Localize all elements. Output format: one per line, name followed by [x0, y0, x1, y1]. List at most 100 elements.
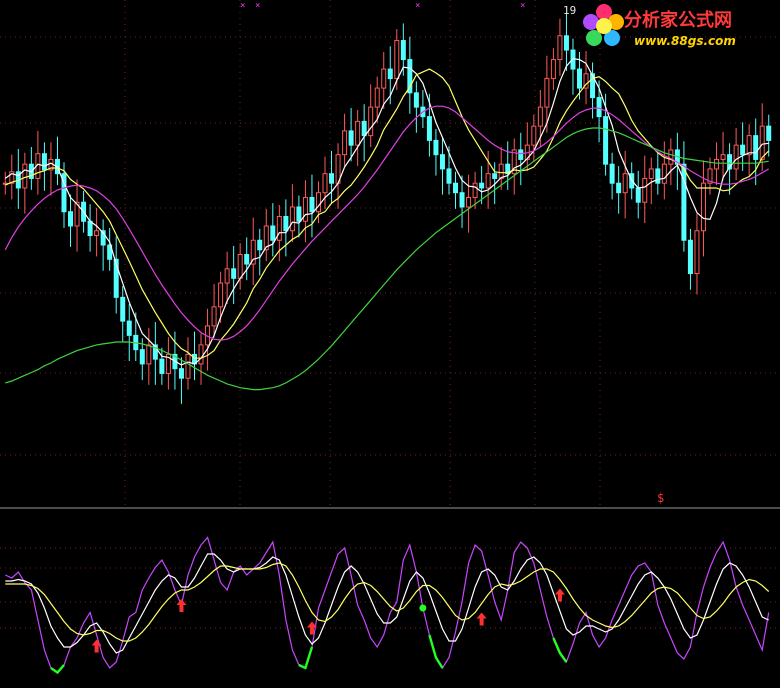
chart-canvas: × × × × [0, 0, 780, 675]
candle-body [348, 130, 354, 146]
candle-body [355, 120, 361, 146]
candle-body [244, 254, 250, 265]
candle-body [563, 35, 569, 51]
candle-body [648, 168, 654, 179]
peak-annotation: 19 [563, 4, 577, 17]
oversold-highlight [428, 634, 444, 669]
candle-body [159, 358, 165, 374]
oversold-highlight [552, 637, 568, 663]
buy-arrow-icon [476, 612, 487, 626]
candle-body [479, 182, 485, 189]
candle-body [413, 92, 419, 108]
flower-logo-icon [583, 4, 624, 46]
ma-line-ma60 [5, 127, 769, 391]
buy-signal-arrows: × × × × [91, 1, 565, 653]
candle-body [237, 254, 243, 279]
candle-body [146, 344, 152, 365]
candle-body [622, 173, 628, 194]
candle-body [368, 106, 374, 137]
candle-body [400, 40, 406, 61]
top-marker-icon: × [240, 1, 245, 11]
candle-body [740, 144, 746, 156]
candle-body [616, 182, 622, 194]
buy-arrow-icon [176, 599, 187, 612]
candle-body [466, 196, 472, 208]
candle-body [185, 353, 191, 379]
candle-body [387, 68, 393, 80]
candle-body [759, 125, 765, 160]
buy-arrow-icon [554, 588, 565, 602]
candle-body [485, 173, 491, 189]
top-marker-icon: × [520, 1, 525, 11]
candle-body [603, 116, 609, 165]
candle-body [257, 239, 263, 251]
candle-body [94, 230, 100, 237]
candle-body [315, 192, 321, 213]
candle-body [178, 368, 184, 379]
candle-body [342, 130, 348, 156]
candle-body [231, 268, 237, 279]
candle-body [700, 182, 706, 232]
candle-body [126, 320, 132, 336]
candle-body [361, 120, 367, 137]
candle-body [41, 153, 47, 171]
candle-body [492, 173, 498, 179]
candle-body [433, 139, 439, 156]
candle-body [550, 59, 556, 80]
candle-body [459, 192, 465, 208]
candle-body [753, 135, 759, 160]
candle-body [596, 97, 602, 118]
candle-body [322, 173, 328, 194]
candle-body [302, 196, 308, 222]
candle-body [296, 206, 302, 222]
top-marker-icon: × [255, 1, 260, 11]
candle-body [374, 87, 380, 108]
candle-body [381, 68, 387, 89]
oversold-highlight [298, 646, 314, 670]
candle-body [329, 173, 335, 184]
candle-body [198, 344, 204, 365]
candle-body [309, 196, 315, 213]
candle-body [635, 187, 641, 203]
candle-body [642, 177, 648, 203]
candle-body [544, 78, 550, 108]
candle-body [139, 349, 145, 365]
ma-line-ma5 [4, 57, 769, 366]
candle-body [609, 163, 615, 184]
candle-body [426, 116, 432, 141]
logo-title: 分析家公式网 [624, 10, 732, 31]
candle-body [289, 206, 295, 232]
osc-line-fast [5, 536, 770, 674]
candle-body [211, 306, 217, 327]
moving-average-series [4, 57, 770, 391]
ma-line-ma20 [4, 105, 770, 341]
candle-body [120, 296, 126, 322]
candle-body [733, 144, 739, 170]
oscillator-series [5, 536, 770, 675]
candle-body [746, 135, 752, 156]
candle-body [439, 154, 445, 170]
top-marker-icon: × [415, 1, 420, 11]
logo-url: www.88gs.com [634, 34, 736, 48]
candle-body [687, 239, 693, 275]
candle-body [694, 230, 700, 275]
overbought-marker [419, 604, 427, 612]
candle-body [394, 40, 400, 80]
candle-body [218, 282, 224, 308]
candle-body [270, 225, 276, 241]
candle-body [557, 35, 563, 61]
candle-body [276, 215, 282, 241]
signal-marker-label: $ [657, 491, 665, 505]
candle-body [577, 68, 582, 89]
candle-body [87, 220, 93, 237]
candle-body [453, 182, 459, 194]
candle-body [531, 125, 537, 146]
candle-body [283, 215, 289, 232]
candle-body [22, 163, 28, 189]
oversold-highlight [50, 664, 65, 675]
candle-body [224, 268, 230, 284]
candle-body [472, 182, 478, 198]
candle-body [766, 125, 772, 141]
candle-body [655, 168, 661, 184]
candle-body [661, 163, 667, 184]
